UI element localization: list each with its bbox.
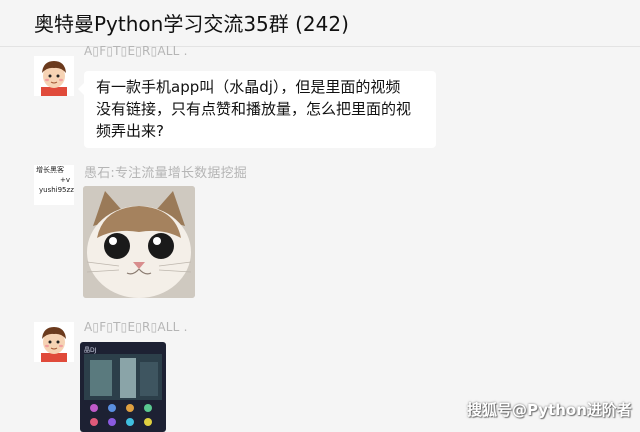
sender-name: A▯F▯T▯E▯R▯ALL . [84,44,188,58]
watermark-text: 搜狐号@Python进阶者 [467,401,632,419]
user-avatar[interactable] [34,56,74,96]
message-text-line: 没有链接，只有点赞和播放量，怎么把里面的视 [96,100,412,118]
app-ui-preview-icon [84,354,162,426]
avatar-text: +v [60,176,71,184]
avatar-text: yushi95zz [39,186,74,194]
cartoon-boy-icon [34,322,74,362]
cat-sticker-image[interactable] [83,186,195,298]
cartoon-boy-icon [34,56,74,96]
user-avatar[interactable] [34,322,74,362]
message-bubble[interactable]: 有一款手机app叫（水晶dj），但是里面的视频 没有链接，只有点赞和播放量，怎么… [78,71,436,148]
sender-name: 愚石:专注流量增长数据挖掘 [84,166,247,181]
avatar-text: 增长黑客 [36,166,64,174]
user-avatar[interactable]: 增长黑客 +v yushi95zz [34,165,74,205]
phone-screenshot-image[interactable]: 晶DJ [80,342,166,432]
app-title: 晶DJ [84,347,97,354]
sender-name: A▯F▯T▯E▯R▯ALL . [84,320,188,334]
message-text-line: 有一款手机app叫（水晶dj），但是里面的视频 [96,78,401,96]
message-text-line: 频弄出来? [96,122,164,140]
chat-header: 奥特曼Python学习交流35群 (242) [0,0,640,47]
cat-face-icon [83,186,195,298]
chat-title: 奥特曼Python学习交流35群 (242) [34,12,349,36]
